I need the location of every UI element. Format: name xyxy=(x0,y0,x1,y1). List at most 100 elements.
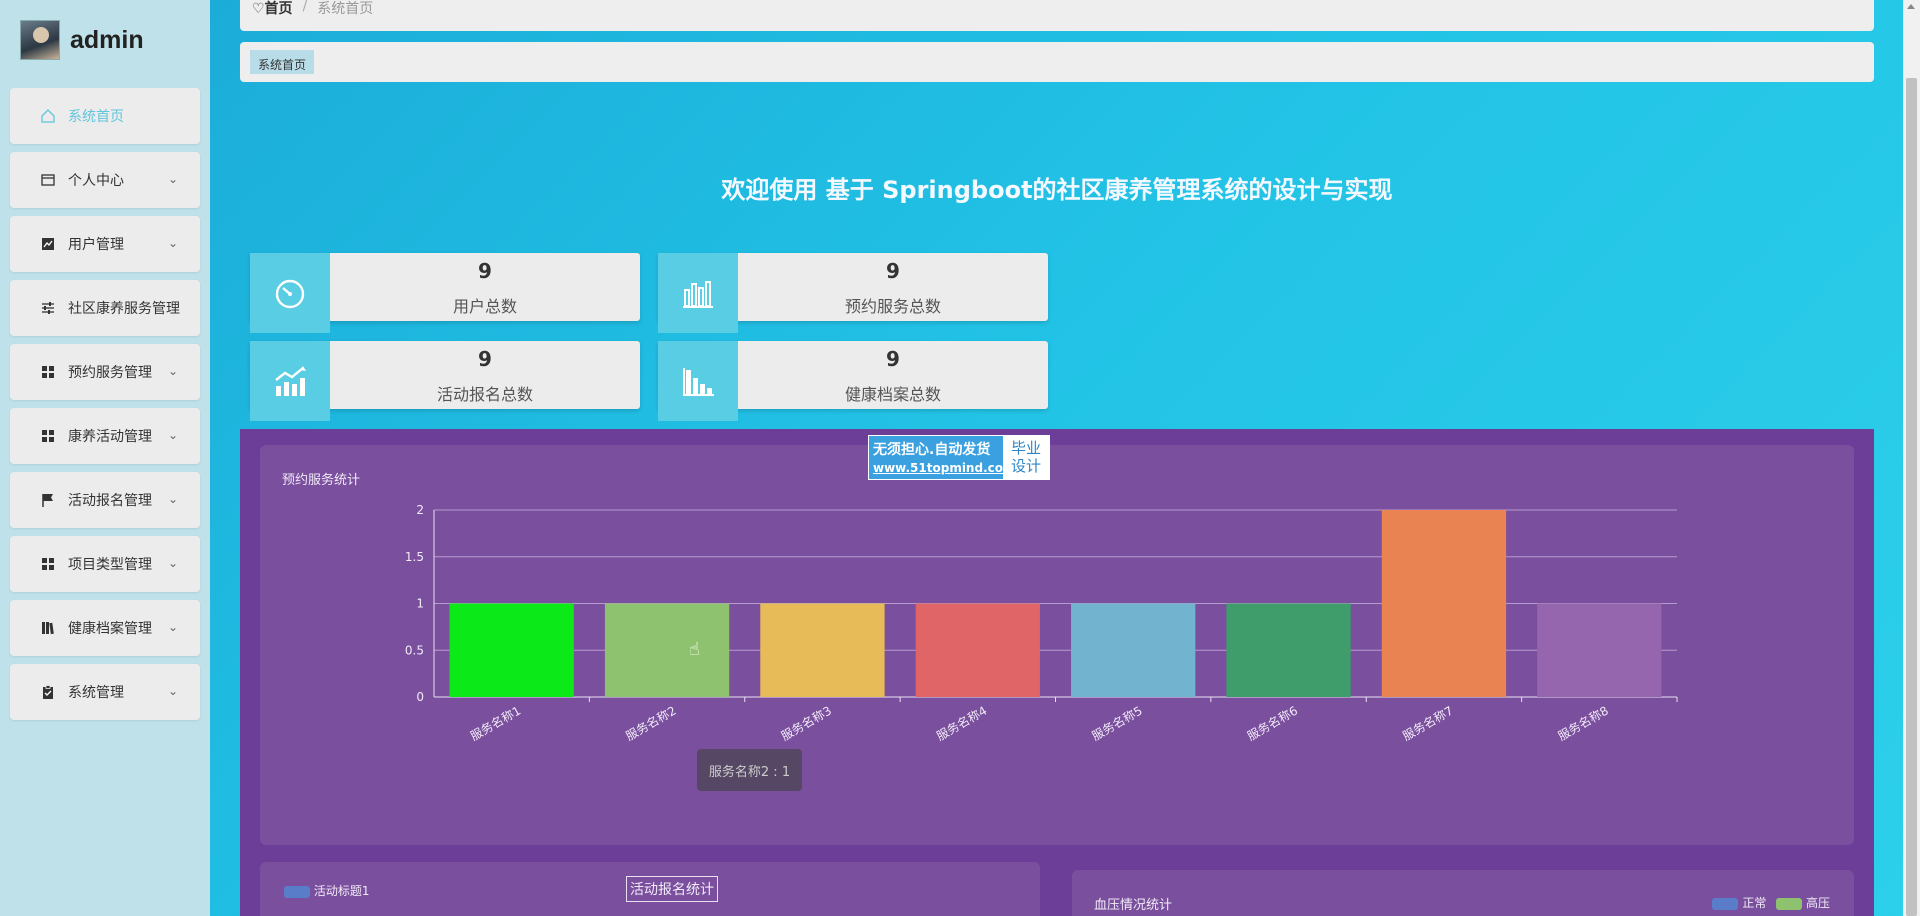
home-icon xyxy=(40,108,56,124)
sidebar-item-label: 健康档案管理 xyxy=(68,621,152,637)
ad-badge[interactable]: 无须担心.自动发货 www.51topmind.com 毕业 设计 xyxy=(868,435,1050,480)
appointment-bar-chart: 0 0.5 1 1.5 2 服务名称1 服务名称2 服务名称3 服务名称4 服务名称5 服务名称6 服… xyxy=(405,503,1678,744)
grid-icon xyxy=(40,364,56,380)
stat-card-health-records[interactable]: 9 健康档案总数 xyxy=(658,341,1048,421)
tab-bar: 系统首页 xyxy=(240,42,1874,82)
y-tick-label: 0.5 xyxy=(405,643,424,657)
sidebar-item-label: 活动报名管理 xyxy=(68,493,152,509)
x-tick-label: 服务名称1 xyxy=(468,703,524,744)
ad-line1: 无须担心.自动发货 xyxy=(873,442,991,458)
sidebar-item-label: 个人中心 xyxy=(68,173,124,189)
stat-card-signups[interactable]: 9 活动报名总数 xyxy=(250,341,640,421)
legend-label-high: 高压 xyxy=(1805,896,1830,910)
stat-card-users[interactable]: 9 用户总数 xyxy=(250,253,640,333)
ad-right1: 毕业 xyxy=(1010,439,1041,457)
bar-chart-icon xyxy=(658,253,738,333)
sidebar-menu: 系统首页 个人中心 ⌄ 用户管理 ⌄ 社区康养服务管理 预约服务管理 ⌄ 康养活动管理 ⌄ 活动报名… xyxy=(10,88,200,728)
x-tick-label: 服务名称3 xyxy=(778,703,834,744)
blood-chart-title: 血压情况统计 xyxy=(1094,898,1173,913)
tab-system-home[interactable]: 系统首页 xyxy=(250,50,315,74)
appointment-chart-panel: 预约服务统计 0 0.5 1 1.5 2 服务名称1 服务名称2 服务名称3 服务名称4 服务名称… xyxy=(260,445,1854,845)
activity-chart-title: 活动报名统计 xyxy=(626,876,718,902)
sidebar-item-label: 康养活动管理 xyxy=(68,429,152,445)
welcome-title: 欢迎使用 基于 Springboot的社区康养管理系统的设计与实现 xyxy=(721,176,1393,204)
timer-icon xyxy=(250,253,330,333)
chevron-down-icon: ⌄ xyxy=(167,236,178,250)
scroll-up-arrow-icon[interactable] xyxy=(1907,4,1915,9)
x-tick-label: 服务名称5 xyxy=(1089,703,1145,744)
ad-link[interactable]: www.51topmind.com xyxy=(873,461,1016,475)
x-tick-label: 服务名称8 xyxy=(1555,703,1611,744)
profile-name: admin xyxy=(70,25,144,54)
legend-swatch xyxy=(284,885,310,898)
bar-1[interactable] xyxy=(449,603,574,698)
sidebar-item-label: 社区康养服务管理 xyxy=(68,301,180,317)
bar-8[interactable] xyxy=(1537,603,1662,698)
chevron-down-icon: ⌄ xyxy=(167,684,178,698)
grid-icon xyxy=(40,428,56,444)
books-icon xyxy=(40,620,56,636)
stat-value: 9 xyxy=(886,259,900,283)
profile: admin xyxy=(20,20,144,60)
chart-tooltip: 服务名称2 : 1 xyxy=(697,749,802,791)
sidebar-item-1[interactable]: 系统首页 xyxy=(10,88,200,144)
bar-4[interactable] xyxy=(915,603,1040,698)
legend-swatch-normal xyxy=(1712,897,1739,910)
clipboard-icon xyxy=(40,684,56,700)
sidebar-item-9[interactable]: 健康档案管理 ⌄ xyxy=(10,600,200,656)
breadcrumb-home[interactable]: ♡首页 xyxy=(252,0,293,18)
ad-right: 毕业 设计 xyxy=(1003,436,1049,479)
blood-legend[interactable]: 正常 高压 xyxy=(1712,894,1830,911)
sidebar-item-5[interactable]: 预约服务管理 ⌄ xyxy=(10,344,200,400)
stat-label: 活动报名总数 xyxy=(436,385,533,404)
sidebar-item-label: 系统管理 xyxy=(68,685,124,701)
window-icon xyxy=(40,172,56,188)
bar-2[interactable] xyxy=(604,603,730,698)
x-tick-label: 服务名称4 xyxy=(934,703,990,744)
stat-label: 预约服务总数 xyxy=(844,297,941,316)
stat-value: 9 xyxy=(478,259,492,283)
grid-icon xyxy=(40,556,56,572)
bar-3[interactable] xyxy=(760,603,885,698)
sidebar-item-6[interactable]: 康养活动管理 ⌄ xyxy=(10,408,200,464)
chevron-down-icon: ⌄ xyxy=(167,492,178,506)
bar-5[interactable] xyxy=(1071,603,1196,698)
activity-signup-panel: 活动标题1 活动报名统计 xyxy=(260,862,1040,916)
sidebar-item-3[interactable]: 用户管理 ⌄ xyxy=(10,216,200,272)
sidebar-item-label: 预约服务管理 xyxy=(68,365,152,381)
chevron-down-icon: ⌄ xyxy=(167,620,178,634)
activity-legend[interactable]: 活动标题1 xyxy=(284,882,369,899)
y-tick-label: 1 xyxy=(416,597,424,611)
legend-label-normal: 正常 xyxy=(1742,896,1767,910)
avatar[interactable] xyxy=(20,20,60,60)
chevron-down-icon: ⌄ xyxy=(167,428,178,442)
stat-value: 9 xyxy=(886,347,900,371)
chevron-down-icon: ⌄ xyxy=(167,556,178,570)
y-tick-label: 1.5 xyxy=(405,550,424,564)
trend-icon xyxy=(40,236,56,252)
sliders-icon xyxy=(40,300,56,316)
sidebar: admin 系统首页 个人中心 ⌄ 用户管理 ⌄ 社区康养服务管理 预约服务管理 ⌄ 康养活动管… xyxy=(0,0,210,916)
scrollbar-thumb[interactable] xyxy=(1906,78,1917,916)
breadcrumb: ♡首页 / 系统首页 xyxy=(240,0,1874,31)
sidebar-item-8[interactable]: 项目类型管理 ⌄ xyxy=(10,536,200,592)
sidebar-item-2[interactable]: 个人中心 ⌄ xyxy=(10,152,200,208)
sidebar-item-10[interactable]: 系统管理 ⌄ xyxy=(10,664,200,720)
sidebar-item-7[interactable]: 活动报名管理 ⌄ xyxy=(10,472,200,528)
legend-label: 活动标题1 xyxy=(313,884,370,898)
sidebar-item-4[interactable]: 社区康养服务管理 xyxy=(10,280,200,336)
bar-6[interactable] xyxy=(1226,603,1351,698)
legend-swatch-high xyxy=(1776,897,1803,910)
stat-card-appointments[interactable]: 9 预约服务总数 xyxy=(658,253,1048,333)
sidebar-item-label: 用户管理 xyxy=(68,237,124,253)
column-chart-icon xyxy=(658,341,738,421)
flag-icon xyxy=(40,492,56,508)
stat-label: 用户总数 xyxy=(452,297,517,316)
breadcrumb-separator: / xyxy=(302,0,308,14)
ad-right2: 设计 xyxy=(1010,457,1041,475)
stat-label: 健康档案总数 xyxy=(844,385,941,404)
bar-7[interactable] xyxy=(1381,510,1507,697)
chevron-down-icon: ⌄ xyxy=(167,364,178,378)
chevron-down-icon: ⌄ xyxy=(167,172,178,186)
hand-cursor-icon: ☝ xyxy=(689,639,700,660)
